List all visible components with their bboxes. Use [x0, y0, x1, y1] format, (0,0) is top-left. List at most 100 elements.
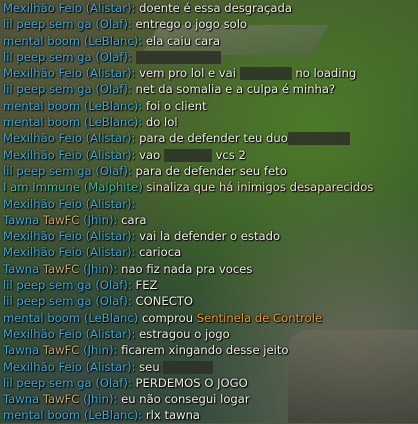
message-text: no loading [291, 66, 357, 81]
message-text: vcs 2 [211, 147, 246, 162]
chat-message: Mexilhão Feio (Alistar): [3, 196, 418, 212]
chat-message: mental boom (LeBlanc): foi o client [3, 98, 418, 114]
champion-name: Alistar [90, 245, 128, 260]
paren: ( [81, 66, 91, 81]
message-text: entrego o jogo solo [135, 17, 248, 32]
paren: ( [91, 17, 100, 32]
player-name: mental boom [3, 115, 81, 130]
paren: ): [123, 82, 136, 97]
message-text: foi o client [145, 98, 207, 113]
message-text: para de defender teu duo [139, 131, 288, 146]
chat-message: Mexilhão Feio (Alistar): doente é essa d… [3, 0, 418, 16]
paren: ( [81, 131, 91, 146]
chat-log: Mexilhão Feio (Alistar): doente é essa d… [3, 0, 418, 424]
paren: ): [127, 229, 140, 244]
message-text: eu não consegui logar [121, 392, 250, 407]
champion-name: LeBlanc [88, 115, 134, 130]
paren: ( [81, 359, 91, 374]
chat-message: lil peep sem ga (Olaf): CONECTO [3, 293, 418, 309]
champion-name: Malphite [88, 180, 139, 195]
paren: ( [79, 392, 88, 407]
player-name: I am Immune [3, 180, 81, 195]
paren: ( [91, 49, 100, 64]
message-text: carioca [139, 245, 182, 260]
chat-message: Mexilhão Feio (Alistar): vao vcs 2 [3, 147, 418, 163]
paren: ( [79, 261, 88, 276]
champion-name: Alistar [90, 229, 128, 244]
champion-name: Olaf [99, 375, 124, 390]
chat-message: mental boom (LeBlanc): do lol [3, 114, 418, 130]
player-name: Mexilhão Feio [3, 1, 82, 15]
message-text: PERDEMOS O JOGO [135, 375, 248, 390]
player-name: lil peep sem ga [3, 375, 92, 390]
chat-message: Mexilhão Feio (Alistar): vem pro lol e v… [3, 65, 418, 81]
paren: ): [108, 212, 122, 227]
player-name: Tawna [3, 343, 40, 358]
paren: ): [123, 375, 136, 390]
paren: ): [127, 147, 140, 162]
chat-message: mental boom (LeBlanc): ela caiu cara [3, 33, 418, 49]
player-name: Tawna [3, 212, 40, 227]
champion-name: Olaf [99, 17, 124, 32]
message-text: para de defender seu feto [135, 163, 287, 178]
chat-message: Mexilhão Feio (Alistar): seu [3, 359, 418, 375]
player-name: Tawna [3, 392, 40, 407]
message-text: vai la defender o estado [139, 229, 281, 244]
paren: ): [127, 245, 140, 260]
paren: ( [81, 245, 91, 260]
paren: ): [127, 196, 136, 211]
paren: ( [91, 375, 100, 390]
chat-message: Tawna TawFC (Jhin): ficarem xingando des… [3, 342, 418, 358]
message-text: rlx tawna [145, 408, 201, 423]
paren: ): [123, 17, 136, 32]
redacted-text [287, 132, 350, 146]
champion-name: Alistar [90, 147, 128, 162]
paren: ( [81, 196, 91, 211]
message-text: doente é essa desgraçada [139, 1, 292, 15]
paren: ): [108, 392, 122, 407]
chat-message: lil peep sem ga (Olaf): net da somalia e… [3, 81, 418, 97]
chat-message: mental boom (LeBlanc): rlx tawna [3, 407, 418, 423]
champion-name: Olaf [99, 163, 124, 178]
champion-name: Jhin [87, 343, 109, 358]
player-name: mental boom [3, 98, 81, 113]
chat-message: Mexilhão Feio (Alistar): para de defende… [3, 130, 418, 146]
chat-message: lil peep sem ga (Olaf): PERDEMOS O JOGO [3, 375, 418, 391]
chat-message: Tawna TawFC (Jhin): eu não consegui loga… [3, 391, 418, 407]
ping-notification: I am Immune (Malphite) sinaliza que há i… [3, 179, 418, 195]
champion-name: Alistar [90, 66, 128, 81]
chat-message: lil peep sem ga (Olaf): FEZ [3, 277, 418, 293]
message-text: nao fiz nada pra voces [121, 261, 253, 276]
message-text: cara [121, 212, 147, 227]
redacted-text [135, 50, 221, 64]
player-tag: TawFC [42, 343, 80, 358]
message-text: estragou o jogo [139, 326, 230, 341]
paren: ( [91, 278, 100, 293]
champion-name: Jhin [87, 212, 109, 227]
paren: ( [91, 82, 100, 97]
paren: ): [127, 359, 140, 374]
chat-message: lil peep sem ga (Olaf): [3, 49, 418, 65]
redacted-text [163, 148, 212, 162]
message-text: ficarem xingando desse jeito [121, 343, 289, 358]
paren: ) [133, 310, 142, 325]
champion-name: Jhin [87, 261, 109, 276]
champion-name: LeBlanc [88, 310, 134, 325]
paren: ): [123, 278, 136, 293]
player-name: Tawna [3, 261, 40, 276]
champion-name: LeBlanc [88, 408, 134, 423]
player-name: lil peep sem ga [3, 82, 92, 97]
champion-name: Alistar [90, 131, 128, 146]
player-tag: TawFC [42, 261, 80, 276]
paren: ( [79, 212, 88, 227]
paren: ): [108, 343, 122, 358]
paren: ): [123, 49, 136, 64]
paren: ( [81, 229, 91, 244]
paren: ): [127, 326, 140, 341]
chat-message: lil peep sem ga (Olaf): entrego o jogo s… [3, 16, 418, 32]
paren: ): [133, 408, 146, 423]
message-text: CONECTO [135, 294, 194, 309]
player-name: lil peep sem ga [3, 49, 92, 64]
champion-name: Alistar [90, 359, 128, 374]
player-name: Mexilhão Feio [3, 245, 82, 260]
